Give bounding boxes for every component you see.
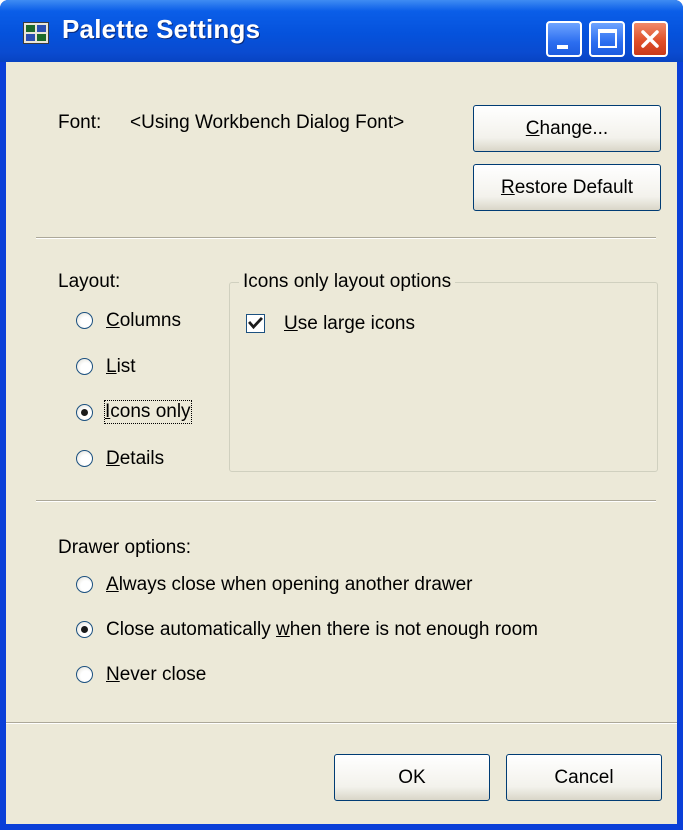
separator-top <box>36 237 656 239</box>
change-font-button[interactable]: Change... <box>473 105 661 152</box>
close-button[interactable] <box>632 21 668 57</box>
separator-middle <box>36 500 656 502</box>
layout-list-label[interactable]: List <box>106 356 136 378</box>
font-value: <Using Workbench Dialog Font> <box>130 112 405 133</box>
layout-columns-radio[interactable] <box>76 312 93 329</box>
window-title: Palette Settings <box>62 14 261 44</box>
layout-label: Layout: <box>58 271 121 292</box>
layout-icons-only-label[interactable]: Icons only <box>104 400 192 424</box>
drawer-never-close-radio[interactable] <box>76 666 93 683</box>
drawer-always-close-label[interactable]: Always close when opening another drawer <box>106 574 473 596</box>
minimize-icon <box>557 45 568 49</box>
maximize-icon <box>598 29 617 48</box>
change-button-label: Change... <box>525 117 609 139</box>
restore-default-button[interactable]: Restore Default <box>473 164 661 211</box>
use-large-icons-label[interactable]: Use large icons <box>284 313 415 335</box>
layout-details-radio[interactable] <box>76 450 93 467</box>
icons-options-group <box>229 282 658 472</box>
close-icon <box>641 30 659 48</box>
use-large-icons-checkbox[interactable] <box>246 314 265 333</box>
separator-bottom <box>6 722 677 724</box>
drawer-always-close-radio[interactable] <box>76 576 93 593</box>
drawer-options-label: Drawer options: <box>58 537 192 558</box>
maximize-button[interactable] <box>589 21 625 57</box>
layout-icons-only-radio[interactable] <box>76 404 93 421</box>
drawer-never-close-label[interactable]: Never close <box>106 664 206 686</box>
checkmark-icon <box>248 317 263 330</box>
font-label: Font: <box>58 112 102 133</box>
palette-settings-window: Palette Settings Font: <Using Workbench … <box>0 0 683 830</box>
title-bar[interactable]: Palette Settings <box>0 0 683 62</box>
drawer-auto-close-radio[interactable] <box>76 621 93 638</box>
layout-list-radio[interactable] <box>76 358 93 375</box>
layout-details-label[interactable]: Details <box>106 448 164 470</box>
drawer-auto-close-label[interactable]: Close automatically when there is not en… <box>106 619 538 641</box>
minimize-button[interactable] <box>546 21 582 57</box>
dialog-body: Font: <Using Workbench Dialog Font> Chan… <box>6 62 677 824</box>
layout-columns-label[interactable]: Columns <box>106 310 181 332</box>
palette-app-icon <box>23 22 49 44</box>
restore-button-label: Restore Default <box>500 176 634 198</box>
ok-button[interactable]: OK <box>334 754 490 801</box>
cancel-button[interactable]: Cancel <box>506 754 662 801</box>
icons-options-legend: Icons only layout options <box>239 271 456 293</box>
